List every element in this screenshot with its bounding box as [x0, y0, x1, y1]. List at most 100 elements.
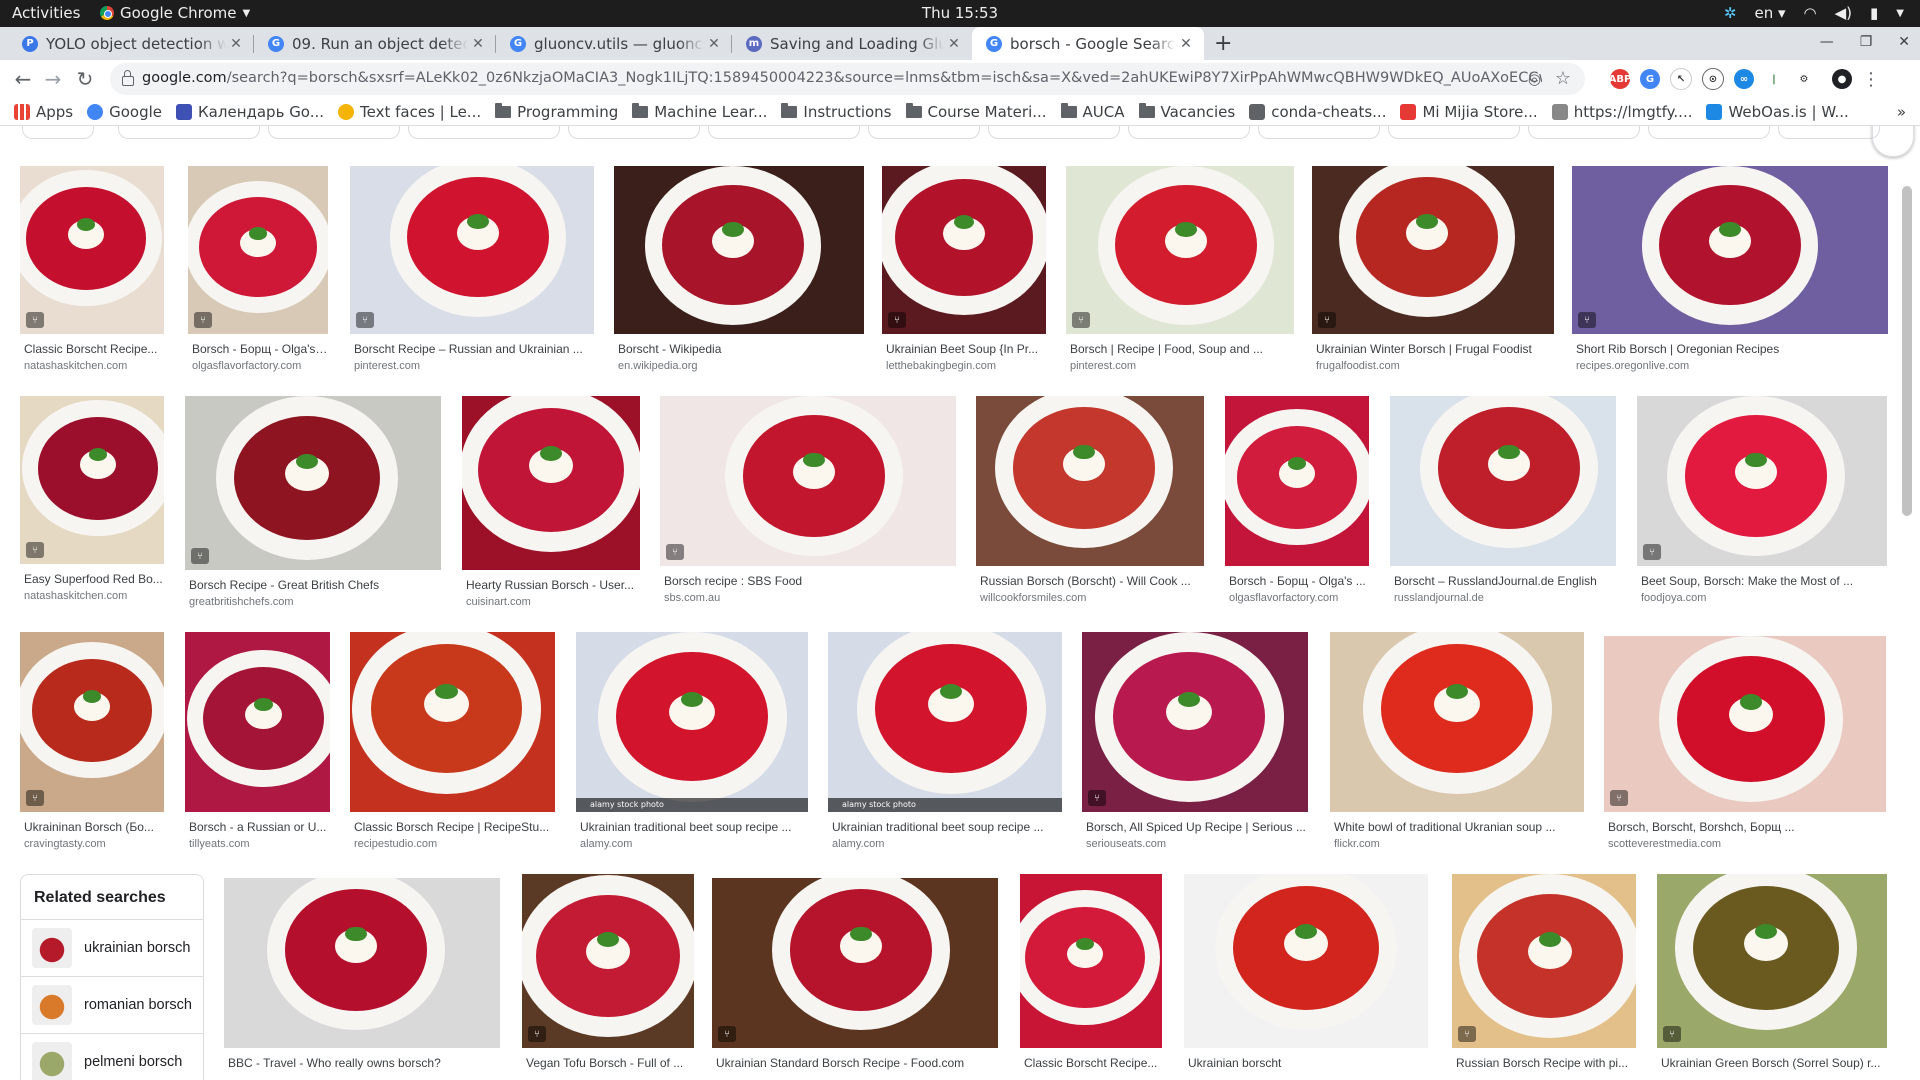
result-thumbnail[interactable] — [1020, 874, 1162, 1048]
image-result[interactable]: White bowl of traditional Ukranian soup … — [1330, 632, 1584, 856]
result-thumbnail[interactable] — [614, 166, 864, 334]
result-source[interactable]: natashaskitchen.com — [24, 360, 164, 372]
result-source[interactable]: recipestudio.com — [354, 838, 555, 850]
result-caption[interactable]: Ukrainian Winter Borsch | Frugal Foodist — [1316, 342, 1554, 356]
result-caption[interactable]: Classic Borscht Recipe... — [1024, 1056, 1162, 1070]
result-caption[interactable]: Ukraininan Borsch (Бо... — [24, 820, 164, 834]
image-result[interactable]: BBC - Travel - Who really owns borsch? — [224, 878, 500, 1080]
new-tab-button[interactable]: + — [1214, 31, 1232, 56]
image-result[interactable]: Hearty Russian Borsch - User... cuisinart… — [462, 396, 640, 614]
menu-kebab-icon[interactable]: ⋮ — [1862, 69, 1880, 90]
tab-close-icon[interactable]: ✕ — [704, 36, 724, 52]
filter-chip[interactable] — [1258, 126, 1380, 139]
result-caption[interactable]: Beet Soup, Borsch: Make the Most of ... — [1641, 574, 1887, 588]
result-thumbnail[interactable] — [462, 396, 640, 570]
bookmark-5[interactable]: Programming — [495, 102, 618, 121]
maximize-icon[interactable]: ❐ — [1860, 34, 1873, 50]
result-caption[interactable]: White bowl of traditional Ukranian soup … — [1334, 820, 1584, 834]
page-scrollbar[interactable] — [1902, 186, 1912, 516]
result-source[interactable]: olgasflavorfactory.com — [1229, 592, 1369, 604]
back-arrow-icon[interactable]: ← — [10, 66, 36, 92]
chips-next-arrow-icon[interactable] — [1872, 126, 1914, 157]
adblock-plus-icon[interactable]: ABP — [1609, 69, 1631, 89]
result-caption[interactable]: Hearty Russian Borsch - User... — [466, 578, 640, 592]
record-extension-icon[interactable]: ⊙ — [1702, 68, 1724, 90]
image-result[interactable]: ⑂ Classic Borscht Recipe... natashaskitche… — [20, 166, 164, 378]
bookmark-4[interactable]: Text faces | Le... — [338, 103, 481, 121]
result-source[interactable]: recipes.oregonlive.com — [1576, 360, 1888, 372]
bookmark-9[interactable]: AUCA — [1060, 102, 1125, 121]
result-caption[interactable]: Ukrainian traditional beet soup recipe .… — [580, 820, 808, 834]
related-search-item[interactable]: ukrainian borsch — [21, 919, 203, 976]
result-thumbnail[interactable]: ⑂ — [185, 396, 441, 570]
gear-extension-icon[interactable]: ⚙ — [1794, 69, 1814, 89]
bookmark-star-icon[interactable]: ☆ — [1555, 68, 1571, 89]
result-caption[interactable]: Borsch recipe : SBS Food — [664, 574, 956, 588]
result-thumbnail[interactable] — [1184, 874, 1428, 1048]
filter-chip[interactable] — [1128, 126, 1250, 139]
wifi-icon[interactable]: ◠ — [1804, 4, 1817, 22]
filter-chip[interactable] — [868, 126, 980, 139]
filter-chip[interactable] — [568, 126, 700, 139]
image-result[interactable]: ⑂ Borsch, Borscht, Borshch, Борщ ... scott… — [1604, 636, 1886, 856]
filter-chip[interactable] — [988, 126, 1120, 139]
image-result[interactable]: Classic Borscht Recipe... — [1020, 874, 1162, 1080]
tab-4[interactable]: m Saving and Loading Gluon✕ — [732, 27, 972, 60]
image-result[interactable]: alamy stock photo Ukrainian traditional b… — [828, 632, 1062, 856]
result-thumbnail[interactable]: ⑂ — [1082, 632, 1308, 812]
result-caption[interactable]: Borsch - a Russian or U... — [189, 820, 330, 834]
reload-icon[interactable]: ↻ — [72, 66, 98, 92]
minimize-icon[interactable]: — — [1820, 34, 1834, 50]
google-translate-icon[interactable]: G — [1640, 69, 1660, 89]
result-source[interactable]: alamy.com — [832, 838, 1062, 850]
bookmark-3[interactable]: Календарь Go... — [176, 103, 324, 121]
result-thumbnail[interactable]: ⑂ — [522, 874, 694, 1048]
result-caption[interactable]: Short Rib Borsch | Oregonian Recipes — [1576, 342, 1888, 356]
image-result[interactable]: ⑂ Ukraininan Borsch (Бо... cravingtasty.co… — [20, 632, 164, 856]
profile-avatar[interactable]: ● — [1832, 69, 1852, 89]
result-thumbnail[interactable]: ⑂ — [1312, 166, 1554, 334]
result-thumbnail[interactable]: ⑂ — [882, 166, 1046, 334]
image-result[interactable]: ⑂ Ukrainian Beet Soup {In Pr... letthebaki… — [882, 166, 1046, 378]
filter-chip[interactable] — [22, 126, 94, 139]
result-caption[interactable]: Ukrainian traditional beet soup recipe .… — [832, 820, 1062, 834]
result-source[interactable]: willcookforsmiles.com — [980, 592, 1204, 604]
result-caption[interactable]: Ukrainian borscht — [1188, 1056, 1428, 1070]
image-result[interactable]: ⑂ Ukrainian Winter Borsch | Frugal Foodis… — [1312, 166, 1554, 378]
result-thumbnail[interactable] — [976, 396, 1204, 566]
result-thumbnail[interactable]: ⑂ — [350, 166, 594, 334]
result-source[interactable]: scotteverestmedia.com — [1608, 838, 1886, 850]
infinity-extension-icon[interactable]: ∞ — [1734, 69, 1754, 89]
filter-chip[interactable] — [1778, 126, 1880, 139]
result-thumbnail[interactable]: alamy stock photo — [828, 632, 1062, 812]
result-source[interactable]: seriouseats.com — [1086, 838, 1308, 850]
image-result[interactable]: ⑂ Borsch | Recipe | Food, Soup and ... pin… — [1066, 166, 1294, 378]
image-result[interactable]: ⑂ Borsch Recipe - Great British Chefs grea… — [185, 396, 441, 614]
result-source[interactable]: cuisinart.com — [466, 596, 640, 608]
tab-1[interactable]: P YOLO object detection wi ✕ — [8, 27, 254, 60]
result-source[interactable]: flickr.com — [1334, 838, 1584, 850]
filter-chip[interactable] — [708, 126, 860, 139]
image-result[interactable]: ⑂ Borscht Recipe – Russian and Ukrainian … — [350, 166, 594, 378]
image-result[interactable]: ⑂ Russian Borsch Recipe with pi... — [1452, 874, 1636, 1080]
related-search-item[interactable]: romanian borsch — [21, 976, 203, 1033]
result-caption[interactable]: Borsch, Borscht, Borshch, Борщ ... — [1608, 820, 1886, 834]
network-manager-icon[interactable]: ✲ — [1724, 4, 1737, 22]
bookmark-10[interactable]: Vacancies — [1138, 102, 1235, 121]
result-thumbnail[interactable] — [1330, 632, 1584, 812]
tab-3[interactable]: Ggluoncv.utils — gluoncv 0✕ — [496, 27, 732, 60]
result-thumbnail[interactable] — [224, 878, 500, 1048]
image-result[interactable]: ⑂ Borsch - Борщ - Olga's ... olgasflavorfa… — [188, 166, 328, 378]
filter-chip[interactable] — [268, 126, 400, 139]
image-result[interactable]: Borsch - a Russian or U... tillyeats.com — [185, 632, 330, 856]
tab-close-icon[interactable]: ✕ — [226, 36, 246, 52]
result-caption[interactable]: Ukrainian Beet Soup {In Pr... — [886, 342, 1046, 356]
result-thumbnail[interactable] — [1225, 396, 1369, 566]
image-result[interactable]: ⑂ Beet Soup, Borsch: Make the Most of ...… — [1637, 396, 1887, 610]
image-result[interactable]: ⑂ Ukrainian Green Borsch (Sorrel Soup) r.… — [1657, 874, 1887, 1080]
result-source[interactable]: foodjoya.com — [1641, 592, 1887, 604]
result-source[interactable]: russlandjournal.de — [1394, 592, 1616, 604]
location-icon[interactable]: ◎ — [1528, 70, 1541, 88]
image-result[interactable]: Russian Borsch (Borscht) - Will Cook ...… — [976, 396, 1204, 610]
result-thumbnail[interactable]: ⑂ — [1066, 166, 1294, 334]
